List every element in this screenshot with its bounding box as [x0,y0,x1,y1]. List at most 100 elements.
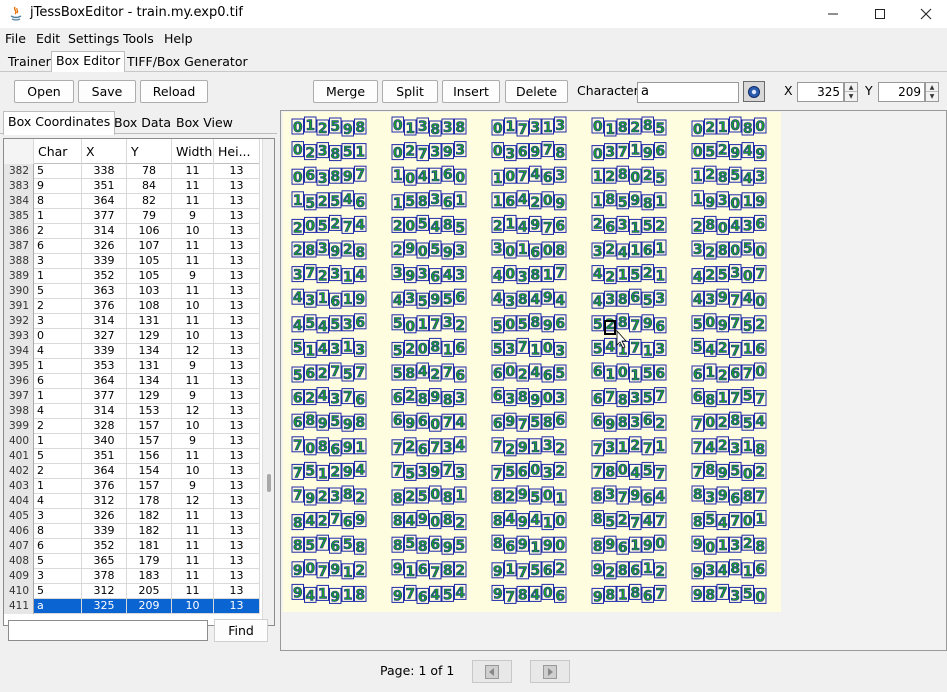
tab-trainer[interactable]: Trainer [3,52,56,72]
table-row[interactable]: 400 1 340 157 9 13 [4,434,260,449]
column-header-height[interactable]: Hei... [214,139,260,164]
x-coordinate-input[interactable]: 325 [797,82,844,102]
glyph-char: 4 [530,513,540,529]
y-spinner[interactable]: ▲ ▼ [925,82,939,102]
menu-file[interactable]: File [5,31,26,46]
menu-edit[interactable]: Edit [36,31,60,46]
merge-button[interactable]: Merge [313,80,378,103]
find-input[interactable] [8,620,208,641]
character-input[interactable]: a [637,82,739,103]
close-button[interactable] [903,0,947,28]
table-row[interactable]: 383 9 351 84 11 13 [4,179,260,194]
glyph-char: 0 [418,341,428,357]
glyph-char: 8 [755,442,765,458]
glyph-char: 7 [293,465,303,481]
tab-box-editor[interactable]: Box Editor [51,51,126,72]
table-row[interactable]: 393 0 327 129 10 13 [4,329,260,344]
column-header-y[interactable]: Y [127,139,172,164]
char-cell: 5 [34,584,82,599]
table-row[interactable]: 397 1 377 129 9 13 [4,389,260,404]
table-row[interactable]: 389 1 352 105 9 13 [4,269,260,284]
table-scrollbar[interactable] [262,139,274,625]
tab-box-view[interactable]: Box View [172,113,237,134]
glyph-char: 4 [555,293,565,309]
spin-down-icon[interactable]: ▼ [926,92,938,101]
tab-tiff-box-generator[interactable]: TIFF/Box Generator [122,52,253,72]
glyph-char: 0 [593,147,603,163]
delete-button[interactable]: Delete [505,80,568,103]
reload-button[interactable]: Reload [140,80,208,103]
table-row[interactable]: 396 6 364 134 11 13 [4,374,260,389]
table-row[interactable]: 392 3 314 131 11 13 [4,314,260,329]
table-row[interactable]: 388 3 339 105 11 13 [4,254,260,269]
width-cell: 10 [172,224,214,239]
table-row[interactable]: 405 3 326 182 11 13 [4,509,260,524]
y-cell: 178 [127,494,172,509]
glyph-char: 4 [343,192,353,208]
table-row[interactable]: 407 6 352 181 11 13 [4,539,260,554]
table-row[interactable]: 394 4 339 134 12 13 [4,344,260,359]
column-header-char[interactable]: Char [34,139,82,164]
column-header-x[interactable]: X [82,139,127,164]
next-page-button[interactable] [530,660,570,683]
spin-down-icon[interactable]: ▼ [845,92,857,101]
y-coordinate-input[interactable]: 209 [878,82,925,102]
table-row[interactable]: 387 6 326 107 11 13 [4,239,260,254]
table-row[interactable]: 408 5 365 179 11 13 [4,554,260,569]
table-row[interactable]: 386 2 314 106 10 13 [4,224,260,239]
table-row[interactable]: 410 5 312 205 11 13 [4,584,260,599]
glyph-char: 2 [693,219,703,235]
table-row-selected[interactable]: 411 a 325 209 10 13 [4,599,260,614]
table-row[interactable]: 390 5 363 103 11 13 [4,284,260,299]
table-row[interactable]: 384 8 364 82 11 13 [4,194,260,209]
table-row[interactable]: 385 1 377 79 9 13 [4,209,260,224]
image-view[interactable]: 0125980138380173130182850210800238510273… [280,110,947,651]
char-cell: 3 [34,314,82,329]
open-button[interactable]: Open [14,80,74,103]
table-row[interactable]: 399 2 328 157 10 13 [4,419,260,434]
glyph-char: 6 [630,290,640,306]
column-header-width[interactable]: Width [172,139,214,164]
minimize-button[interactable] [810,0,856,28]
split-button[interactable]: Split [382,80,438,103]
row-number: 404 [4,494,34,509]
table-row[interactable]: 398 4 314 153 12 13 [4,404,260,419]
glyph-char: 5 [593,341,603,357]
find-button[interactable]: Find [214,619,268,642]
tab-box-coordinates[interactable]: Box Coordinates [3,111,116,135]
table-row[interactable]: 391 2 376 108 10 13 [4,299,260,314]
table-row[interactable]: 403 1 376 157 9 13 [4,479,260,494]
glyph-char: 7 [630,516,640,532]
spin-up-icon[interactable]: ▲ [926,83,938,92]
x-spinner[interactable]: ▲ ▼ [844,82,858,102]
glyph-char: 6 [693,367,703,383]
table-row[interactable]: 402 2 364 154 10 13 [4,464,260,479]
menu-tools[interactable]: Tools [123,31,154,46]
menu-help[interactable]: Help [164,31,193,46]
table-row[interactable]: 406 8 339 182 11 13 [4,524,260,539]
row-number: 408 [4,554,34,569]
save-button[interactable]: Save [78,80,136,103]
tiff-image-canvas[interactable]: 0 1 2 5 9 8 0 1 3 8 3 8 0 1 7 3 1 3 0 1 8 2 8 5 0 2 1 0 8 00 2 3 8 5 1 0 2 7 3… [283,112,781,612]
table-row[interactable]: 382 5 338 78 11 13 [4,164,260,179]
spin-up-icon[interactable]: ▲ [845,83,857,92]
height-cell: 13 [214,359,260,374]
glyph-char: 1 [630,220,640,236]
tab-box-data[interactable]: Box Data [110,113,175,134]
table-row[interactable]: 401 5 351 156 11 13 [4,449,260,464]
glyph-char: 8 [355,120,365,136]
table-row[interactable]: 409 3 378 183 11 13 [4,569,260,584]
previous-page-button[interactable] [472,660,512,683]
sample-number: 301608 [491,239,567,261]
table-row[interactable]: 404 4 312 178 12 13 [4,494,260,509]
scrollbar-thumb[interactable] [267,474,271,492]
height-cell: 13 [214,164,260,179]
maximize-button[interactable] [857,0,903,28]
font-button[interactable] [743,81,765,102]
table-row[interactable]: 395 1 353 131 9 13 [4,359,260,374]
insert-button[interactable]: Insert [442,80,500,103]
glyph-char: 7 [393,463,403,479]
menu-settings[interactable]: Settings [68,31,119,46]
glyph-char: 8 [355,587,365,603]
sample-number: 849082 [391,510,467,532]
